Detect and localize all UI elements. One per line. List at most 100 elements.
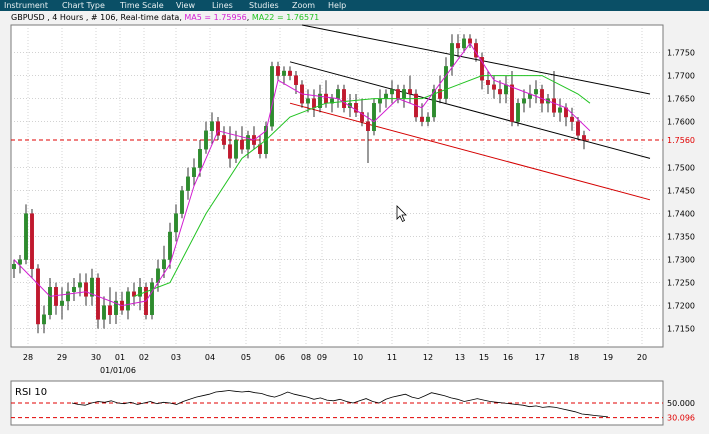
x-tick-label: 18 [569, 353, 579, 362]
y-tick-label: 1.7150 [667, 325, 695, 334]
y-tick-label: 1.7250 [667, 279, 695, 288]
candle-body [245, 135, 250, 150]
x-tick-label: 16 [503, 353, 513, 362]
candle-body [336, 89, 341, 99]
candle-body [420, 116, 425, 122]
candle-body [282, 70, 287, 76]
candle-body [444, 66, 449, 99]
candle-body [492, 84, 497, 90]
candle-body [185, 176, 190, 191]
current-price-label: 1.7560 [667, 136, 695, 145]
y-tick-label: 1.7750 [667, 49, 695, 58]
x-sublabel: 01/01/06 [100, 366, 136, 375]
ma5-label: MA5 = 1.75956 [184, 13, 247, 22]
candle-body [522, 98, 527, 104]
candle-body [306, 98, 311, 104]
x-tick-label: 02 [139, 353, 149, 362]
trading-chart-window: Instrument Chart Type Time Scale View Li… [0, 0, 709, 434]
candle-body [203, 130, 208, 150]
candle-body [18, 259, 23, 265]
candle-body [65, 291, 70, 302]
candle-body [83, 282, 88, 297]
y-tick-label: 1.7450 [667, 187, 695, 196]
rsi-level-label: 50.000 [667, 399, 695, 408]
candle-body [270, 66, 275, 127]
candle-body [77, 282, 82, 288]
candle-body [36, 268, 41, 325]
x-tick-label: 28 [23, 353, 33, 362]
candle-body [324, 93, 329, 104]
rsi-level-label: 30.096 [667, 414, 695, 423]
candle-body [552, 98, 557, 113]
candle-body [101, 305, 106, 320]
candle-body [276, 66, 281, 76]
candle-body [107, 305, 112, 316]
candle-body [396, 89, 401, 99]
x-tick-label: 30 [91, 353, 101, 362]
candle-body [366, 121, 371, 131]
candle-body [48, 287, 53, 316]
x-tick-label: 10 [353, 353, 363, 362]
x-tick-label: 06 [275, 353, 285, 362]
candle-body [558, 107, 563, 113]
candle-body [504, 84, 509, 95]
symbol-info: GBPUSD , 4 Hours , # 106, Real-time data [11, 13, 180, 22]
x-tick-label: 08 [301, 353, 311, 362]
candle-body [378, 98, 383, 104]
candle-body [173, 213, 178, 233]
candle-body [372, 102, 377, 131]
candle-body [582, 135, 587, 141]
x-tick-label: 01 [115, 353, 125, 362]
candle-body [426, 116, 431, 122]
candle-body [534, 89, 539, 95]
x-tick-label: 11 [387, 353, 397, 362]
candle-body [390, 89, 395, 95]
candle-body [161, 259, 166, 270]
candle-body [191, 167, 196, 178]
x-tick-label: 17 [535, 353, 545, 362]
y-tick-label: 1.7300 [667, 256, 695, 265]
candle-body [312, 98, 317, 108]
candle-body [570, 116, 575, 122]
candle-body [408, 89, 413, 95]
candle-body [54, 287, 59, 306]
candle-body [540, 89, 545, 104]
candle-body [288, 70, 293, 76]
candle-body [233, 139, 238, 159]
candle-body [24, 213, 29, 260]
candle-body [60, 300, 65, 306]
candle-body [516, 102, 521, 122]
candle-body [462, 38, 467, 49]
candle-body [510, 84, 515, 122]
y-tick-label: 1.7200 [667, 302, 695, 311]
candle-body [456, 43, 461, 49]
candle-body [342, 89, 347, 109]
x-tick-label: 05 [241, 353, 251, 362]
price-chart[interactable]: 1.7750 1.7700 1.7650 1.7600 1.7500 1.7450 1.74… [0, 0, 709, 434]
ma22-label: MA22 = 1.76571 [251, 13, 320, 22]
y-tick-label: 1.7650 [667, 95, 695, 104]
candle-body [179, 190, 184, 214]
candle-body [384, 93, 389, 99]
x-tick-label: 29 [57, 353, 67, 362]
candle-body [197, 148, 202, 168]
candle-body [402, 89, 407, 99]
candle-body [71, 287, 76, 293]
candle-body [42, 314, 47, 325]
candle-body [125, 291, 130, 311]
y-tick-label: 1.7350 [667, 233, 695, 242]
y-tick-label: 1.7500 [667, 164, 695, 173]
candle-body [294, 75, 299, 85]
x-tick-label: 19 [603, 353, 613, 362]
candle-body [576, 121, 581, 136]
candle-body [450, 43, 455, 67]
candle-body [30, 213, 35, 270]
candle-body [227, 144, 232, 159]
candle-body [486, 79, 491, 85]
candle-body [167, 231, 172, 260]
candle-body [149, 282, 154, 316]
y-tick-label: 1.7700 [667, 72, 695, 81]
candle-body [221, 135, 226, 145]
candle-body [209, 121, 214, 131]
candle-body [95, 277, 100, 320]
